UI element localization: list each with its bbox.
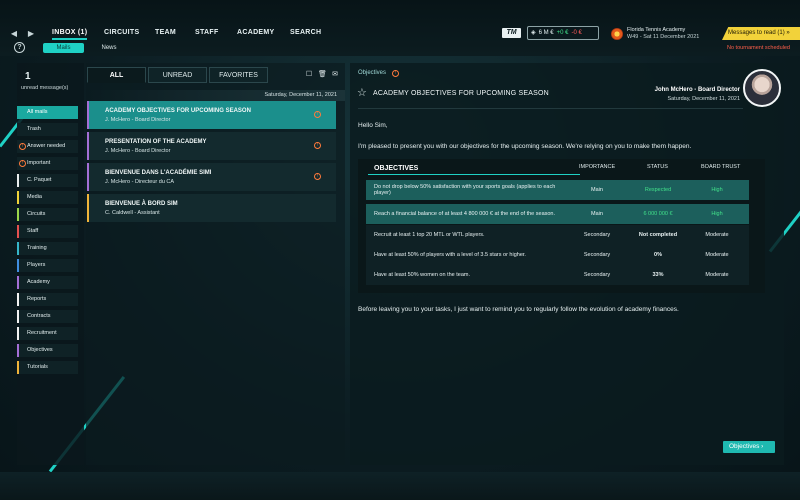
message-intro: I'm pleased to present you with our obje… — [358, 143, 692, 150]
tab-circuits[interactable]: CIRCUITS — [104, 29, 139, 36]
sidebar-item-all-mails[interactable]: All mails — [17, 106, 78, 119]
balance-value: 6 M € — [538, 30, 554, 36]
list-date-header: Saturday, December 11, 2021 — [86, 90, 345, 101]
sidebar-item-academy[interactable]: Academy — [17, 276, 78, 289]
mail-list-panel: ALL UNREAD FAVORITES ☐ 🗑 ✉ Saturday, Dec… — [86, 63, 345, 465]
sidebar-item-answer-needed[interactable]: ! Answer needed — [17, 140, 78, 153]
tab-team[interactable]: TEAM — [155, 29, 176, 36]
select-all-checkbox-icon[interactable]: ☐ — [305, 71, 313, 79]
objectives-button[interactable]: Objectives › — [723, 441, 775, 453]
sidebar-item-contracts[interactable]: Contracts — [17, 310, 78, 323]
gain-value: +0 € — [556, 30, 569, 36]
header-objectives: OBJECTIVES — [374, 165, 419, 172]
sidebar-item-staff[interactable]: Staff — [17, 225, 78, 238]
table-row: Do not drop below 50% satisfaction with … — [366, 180, 749, 200]
sidebar-item-recruitment[interactable]: Recruitment — [17, 327, 78, 340]
subtab-news[interactable]: News — [96, 43, 122, 53]
sidebar-item-circuits[interactable]: Circuits — [17, 208, 78, 221]
message-outro: Before leaving you to your tasks, I just… — [358, 306, 679, 313]
bottom-bar — [0, 472, 800, 500]
message-title: ACADEMY OBJECTIVES FOR UPCOMING SEASON — [373, 90, 549, 97]
unread-count: 1 — [25, 71, 31, 82]
tournament-status: No tournament scheduled — [727, 45, 790, 51]
forward-icon[interactable]: ▶ — [24, 27, 38, 41]
table-row: Have at least 50% of players with a leve… — [366, 245, 749, 265]
table-row: Have at least 50% women on the team. Sec… — [366, 265, 749, 285]
club-name: Florida Tennis Academy — [627, 27, 686, 33]
filter-tab-unread[interactable]: UNREAD — [148, 67, 207, 83]
mark-read-envelope-icon[interactable]: ✉ — [331, 71, 339, 79]
subtab-mails[interactable]: Mails — [43, 43, 84, 53]
alert-icon: ! — [392, 70, 399, 77]
avatar — [743, 69, 781, 107]
tab-search[interactable]: SEARCH — [290, 29, 321, 36]
messages-to-read-button[interactable]: Messages to read (1) » — [722, 27, 800, 40]
message-category: Objectives — [358, 70, 387, 76]
list-item[interactable]: ACADEMY OBJECTIVES FOR UPCOMING SEASON J… — [87, 101, 336, 129]
trash-icon[interactable]: 🗑 — [318, 71, 327, 79]
mail-subject: BIENVENUE DANS L'ACADÉMIE SIMI — [105, 170, 212, 176]
table-row: Reach a financial balance of at least 4 … — [366, 204, 749, 224]
sidebar-item-media[interactable]: Media — [17, 191, 78, 204]
message-date: Saturday, December 11, 2021 — [667, 96, 740, 102]
alert-icon: ! — [314, 111, 321, 118]
loss-value: -0 € — [571, 30, 582, 36]
sidebar-item-training[interactable]: Training — [17, 242, 78, 255]
chevron-right-icon: › — [761, 443, 764, 450]
message-sender: John McHero - Board Director — [654, 87, 740, 93]
list-item[interactable]: BIENVENUE À BORD SIM C. Caldwell - Assis… — [87, 194, 336, 222]
double-chevron-icon: » — [786, 30, 790, 36]
tab-staff[interactable]: STAFF — [195, 29, 219, 36]
mail-sender: C. Caldwell - Assistant — [105, 210, 160, 216]
star-icon[interactable]: ☆ — [357, 86, 367, 99]
list-item[interactable]: BIENVENUE DANS L'ACADÉMIE SIMI J. McHero… — [87, 163, 336, 191]
header-status: STATUS — [647, 164, 668, 170]
sidebar-item-objectives[interactable]: Objectives — [17, 344, 78, 357]
divider — [358, 108, 743, 109]
mail-subject: PRESENTATION OF THE ACADEMY — [105, 139, 207, 145]
sidebar-item-c-paquet[interactable]: C. Paquet — [17, 174, 78, 187]
mail-subject: BIENVENUE À BORD SIM — [105, 201, 178, 207]
help-icon[interactable]: ? — [14, 42, 25, 53]
mail-subject: ACADEMY OBJECTIVES FOR UPCOMING SEASON — [105, 108, 251, 114]
table-header: OBJECTIVES IMPORTANCE STATUS BOARD TRUST — [358, 159, 765, 175]
filter-tab-all[interactable]: ALL — [87, 67, 146, 83]
club-badge-icon — [611, 28, 623, 40]
sidebar-item-reports[interactable]: Reports — [17, 293, 78, 306]
tab-academy[interactable]: ACADEMY — [237, 29, 275, 36]
mail-sender: J. McHero - Directeur du CA — [105, 179, 175, 185]
tab-inbox[interactable]: INBOX (1) — [52, 29, 88, 40]
alert-icon: ! — [19, 160, 26, 167]
finance-summary[interactable]: ◈ 6 M € +0 € -0 € — [527, 26, 599, 40]
table-row: Recruit at least 1 top 20 MTL or WTL pla… — [366, 225, 749, 245]
sidebar-item-important[interactable]: ! Important — [17, 157, 78, 170]
sidebar-item-players[interactable]: Players — [17, 259, 78, 272]
top-bar: ◀ ▶ INBOX (1) CIRCUITS TEAM STAFF ACADEM… — [0, 0, 800, 56]
tm-logo: TM — [502, 28, 521, 38]
sidebar-item-tutorials[interactable]: Tutorials — [17, 361, 78, 374]
header-importance: IMPORTANCE — [579, 164, 616, 170]
header-board-trust: BOARD TRUST — [701, 164, 741, 170]
objectives-table: OBJECTIVES IMPORTANCE STATUS BOARD TRUST… — [358, 159, 765, 293]
sidebar-item-trash[interactable]: Trash — [17, 123, 78, 136]
back-icon[interactable]: ◀ — [7, 27, 21, 41]
alert-icon: ! — [314, 173, 321, 180]
unread-label: unread message(s) — [21, 85, 69, 91]
wallet-icon: ◈ — [531, 30, 536, 36]
mail-folders-sidebar: 1 unread message(s) All mails Trash ! Ans… — [17, 63, 84, 465]
game-date: W49 - Sat 11 December 2021 — [627, 34, 700, 40]
list-item[interactable]: PRESENTATION OF THE ACADEMY J. McHero - … — [87, 132, 336, 160]
mail-sender: J. McHero - Board Director — [105, 148, 171, 154]
message-panel: Objectives ! ☆ ACADEMY OBJECTIVES FOR UP… — [350, 63, 784, 465]
alert-icon: ! — [19, 143, 26, 150]
mail-sender: J. McHero - Board Director — [105, 117, 171, 123]
message-greeting: Hello Sim, — [358, 122, 388, 129]
filter-tab-favorites[interactable]: FAVORITES — [209, 67, 268, 83]
alert-icon: ! — [314, 142, 321, 149]
